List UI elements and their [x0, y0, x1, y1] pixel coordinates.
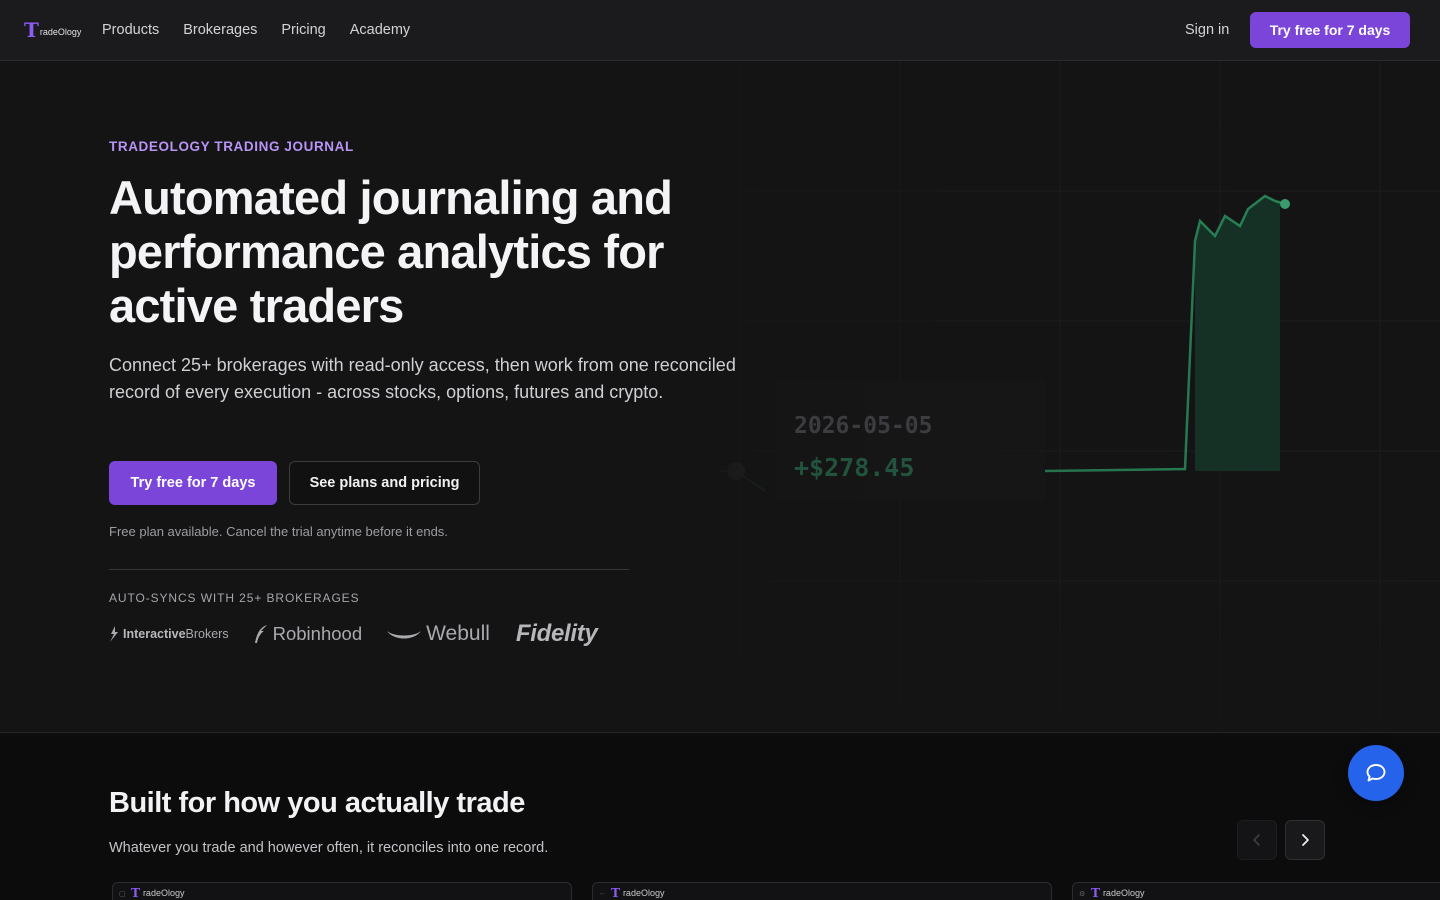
- settings-icon: ⚙: [1079, 891, 1086, 898]
- broker-logos: Interactive Brokers Robinhood Webull Fide…: [109, 617, 598, 651]
- chat-bubble-icon: [1366, 764, 1386, 782]
- card-logo: TradeOlogy: [611, 886, 665, 900]
- carousel-next-button[interactable]: [1285, 820, 1325, 860]
- feature-card[interactable]: ← TradeOlogy: [592, 882, 1052, 900]
- card-logo: TradeOlogy: [131, 886, 185, 900]
- sign-in-link[interactable]: Sign in: [1185, 20, 1229, 40]
- features-section: Built for how you actually trade Whateve…: [0, 734, 1440, 900]
- nav-link-brokerages[interactable]: Brokerages: [183, 20, 257, 40]
- hero-headline: Automated journaling and performance ana…: [109, 171, 673, 332]
- window-icon: ▢: [119, 891, 126, 898]
- chevron-left-icon: [1253, 834, 1260, 846]
- carousel-prev-button[interactable]: [1237, 820, 1277, 860]
- nav-link-academy[interactable]: Academy: [350, 20, 410, 40]
- hero-eyebrow: TRADEOLOGY TRADING JOURNAL: [109, 139, 354, 154]
- logo-mark: T: [24, 18, 39, 42]
- hero-divider: [109, 569, 629, 570]
- card-logo: TradeOlogy: [1091, 886, 1145, 900]
- logo[interactable]: T radeOlogy: [24, 18, 84, 42]
- chart-tooltip-date: 2026-05-05: [794, 413, 933, 439]
- feather-icon: [254, 625, 267, 643]
- hero-section: 2026-05-05 +$278.45 TRADEOLOGY TRADING J…: [0, 61, 1440, 733]
- hero-subheadline: Connect 25+ brokerages with read-only ac…: [109, 355, 736, 402]
- nav-link-products[interactable]: Products: [102, 20, 159, 40]
- fidelity-logo: Fidelity: [515, 620, 598, 647]
- nav-try-free-button[interactable]: Try free for 7 days: [1250, 12, 1410, 48]
- nav-links: Products Brokerages Pricing Academy: [102, 20, 410, 40]
- chart-tooltip-value: +$278.45: [794, 453, 915, 482]
- feature-card[interactable]: ▢ TradeOlogy: [112, 882, 572, 900]
- brokerages-label: AUTO-SYNCS WITH 25+ BROKERAGES: [109, 591, 360, 605]
- interactive-brokers-logo: Interactive Brokers: [109, 626, 229, 642]
- webull-logo: Webull: [386, 622, 490, 646]
- nav-link-pricing[interactable]: Pricing: [281, 20, 325, 40]
- logo-text: radeOlogy: [39, 27, 82, 37]
- robinhood-logo: Robinhood: [253, 623, 362, 645]
- chat-widget-button[interactable]: [1348, 745, 1404, 801]
- ib-flame-icon: [110, 626, 118, 642]
- back-arrow-icon: ←: [599, 890, 606, 897]
- feature-card[interactable]: ⚙ TradeOlogy: [1072, 882, 1440, 900]
- features-title: Built for how you actually trade: [109, 787, 525, 819]
- see-plans-button[interactable]: See plans and pricing: [289, 461, 480, 505]
- top-navbar: T radeOlogy Products Brokerages Pricing …: [0, 0, 1440, 61]
- hero-note: Free plan available. Cancel the trial an…: [109, 524, 448, 539]
- features-subtitle: Whatever you trade and however often, it…: [109, 840, 549, 856]
- chevron-right-icon: [1302, 834, 1309, 846]
- wave-icon: [387, 631, 422, 639]
- try-free-button[interactable]: Try free for 7 days: [109, 461, 277, 505]
